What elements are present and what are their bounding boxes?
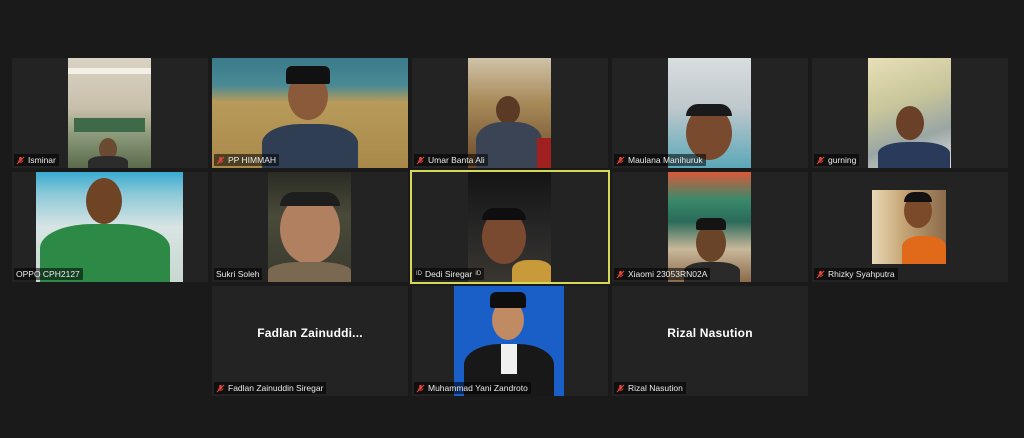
participant-tile-umar-banta-ali[interactable]: Umar Banta Ali [412,58,608,168]
participant-tile-maulana-manihuruk[interactable]: Maulana Manihuruk [612,58,808,168]
participant-video [868,58,951,168]
mic-muted-icon [416,156,425,165]
participant-name-label: Isminar [14,154,59,166]
participant-name: Dedi Siregar [425,269,473,279]
participant-name: OPPO CPH2127 [16,269,80,279]
participant-name-label: gurning [814,154,860,166]
participant-name: Rhizky Syahputra [828,269,895,279]
participant-tile-gurning[interactable]: gurning [812,58,1008,168]
participant-tile-rhizky-syahputra[interactable]: Rhizky Syahputra [812,172,1008,282]
participant-name: Umar Banta Ali [428,155,485,165]
participant-name-label: Rizal Nasution [614,382,686,394]
video-off-name: Rizal Nasution [667,326,753,340]
participant-name: Rizal Nasution [628,383,683,393]
mic-muted-icon [616,270,625,279]
participant-name-label: ID Dedi Siregar ID [414,268,485,280]
participant-name: Fadlan Zainuddin Siregar [228,383,324,393]
participant-video [68,58,151,168]
participant-name-label: Rhizky Syahputra [814,268,898,280]
participant-name: Muhammad Yani Zandroto [428,383,528,393]
participant-name-label: Muhammad Yani Zandroto [414,382,531,394]
mic-muted-icon [816,270,825,279]
participant-video [268,172,351,282]
participant-name: Sukri Soleh [216,269,260,279]
participant-tile-sukri-soleh[interactable]: Sukri Soleh [212,172,408,282]
mic-muted-icon [816,156,825,165]
participant-video [454,286,564,396]
participant-tile-isminar[interactable]: Isminar [12,58,208,168]
participant-tile-oppo-cph2127[interactable]: OPPO CPH2127 [12,172,208,282]
participant-name-label: PP HIMMAH [214,154,280,166]
participant-tile-muhammad-yani-zandroto[interactable]: Muhammad Yani Zandroto [412,286,608,396]
participant-name: Xiaomi 23053RN02A [628,269,708,279]
participant-name: gurning [828,155,857,165]
participant-video [212,58,408,168]
participant-video [468,58,551,168]
mic-muted-icon [616,384,625,393]
participant-video [872,190,946,264]
participant-name: Maulana Manihuruk [628,155,703,165]
participant-name-label: Umar Banta Ali [414,154,488,166]
video-off-name: Fadlan Zainuddi... [257,326,363,340]
participant-tile-rizal-nasution[interactable]: Rizal Nasution Rizal Nasution [612,286,808,396]
mic-muted-icon [416,384,425,393]
mic-muted-icon [616,156,625,165]
participant-name-label: Maulana Manihuruk [614,154,706,166]
participant-name-label: Xiaomi 23053RN02A [614,268,711,280]
participant-name: Isminar [28,155,56,165]
participant-video [36,172,183,282]
participant-tile-fadlan-zainuddin-siregar[interactable]: Fadlan Zainuddi... Fadlan Zainuddin Sire… [212,286,408,396]
participant-name-label: OPPO CPH2127 [14,268,83,280]
mic-muted-icon [16,156,25,165]
mic-muted-icon [216,156,225,165]
id-suffix: ID [475,271,482,277]
participant-name-label: Sukri Soleh [214,268,263,280]
participant-video [468,172,551,282]
participant-video [668,172,751,282]
participant-tile-dedi-siregar[interactable]: ID Dedi Siregar ID [410,170,610,284]
participant-name-label: Fadlan Zainuddin Siregar [214,382,327,394]
mic-muted-icon [216,384,225,393]
id-prefix: ID [416,271,422,277]
participant-tile-pp-himmah[interactable]: PP HIMMAH [212,58,408,168]
participant-name: PP HIMMAH [228,155,277,165]
participant-tile-xiaomi[interactable]: Xiaomi 23053RN02A [612,172,808,282]
participant-video [668,58,751,168]
